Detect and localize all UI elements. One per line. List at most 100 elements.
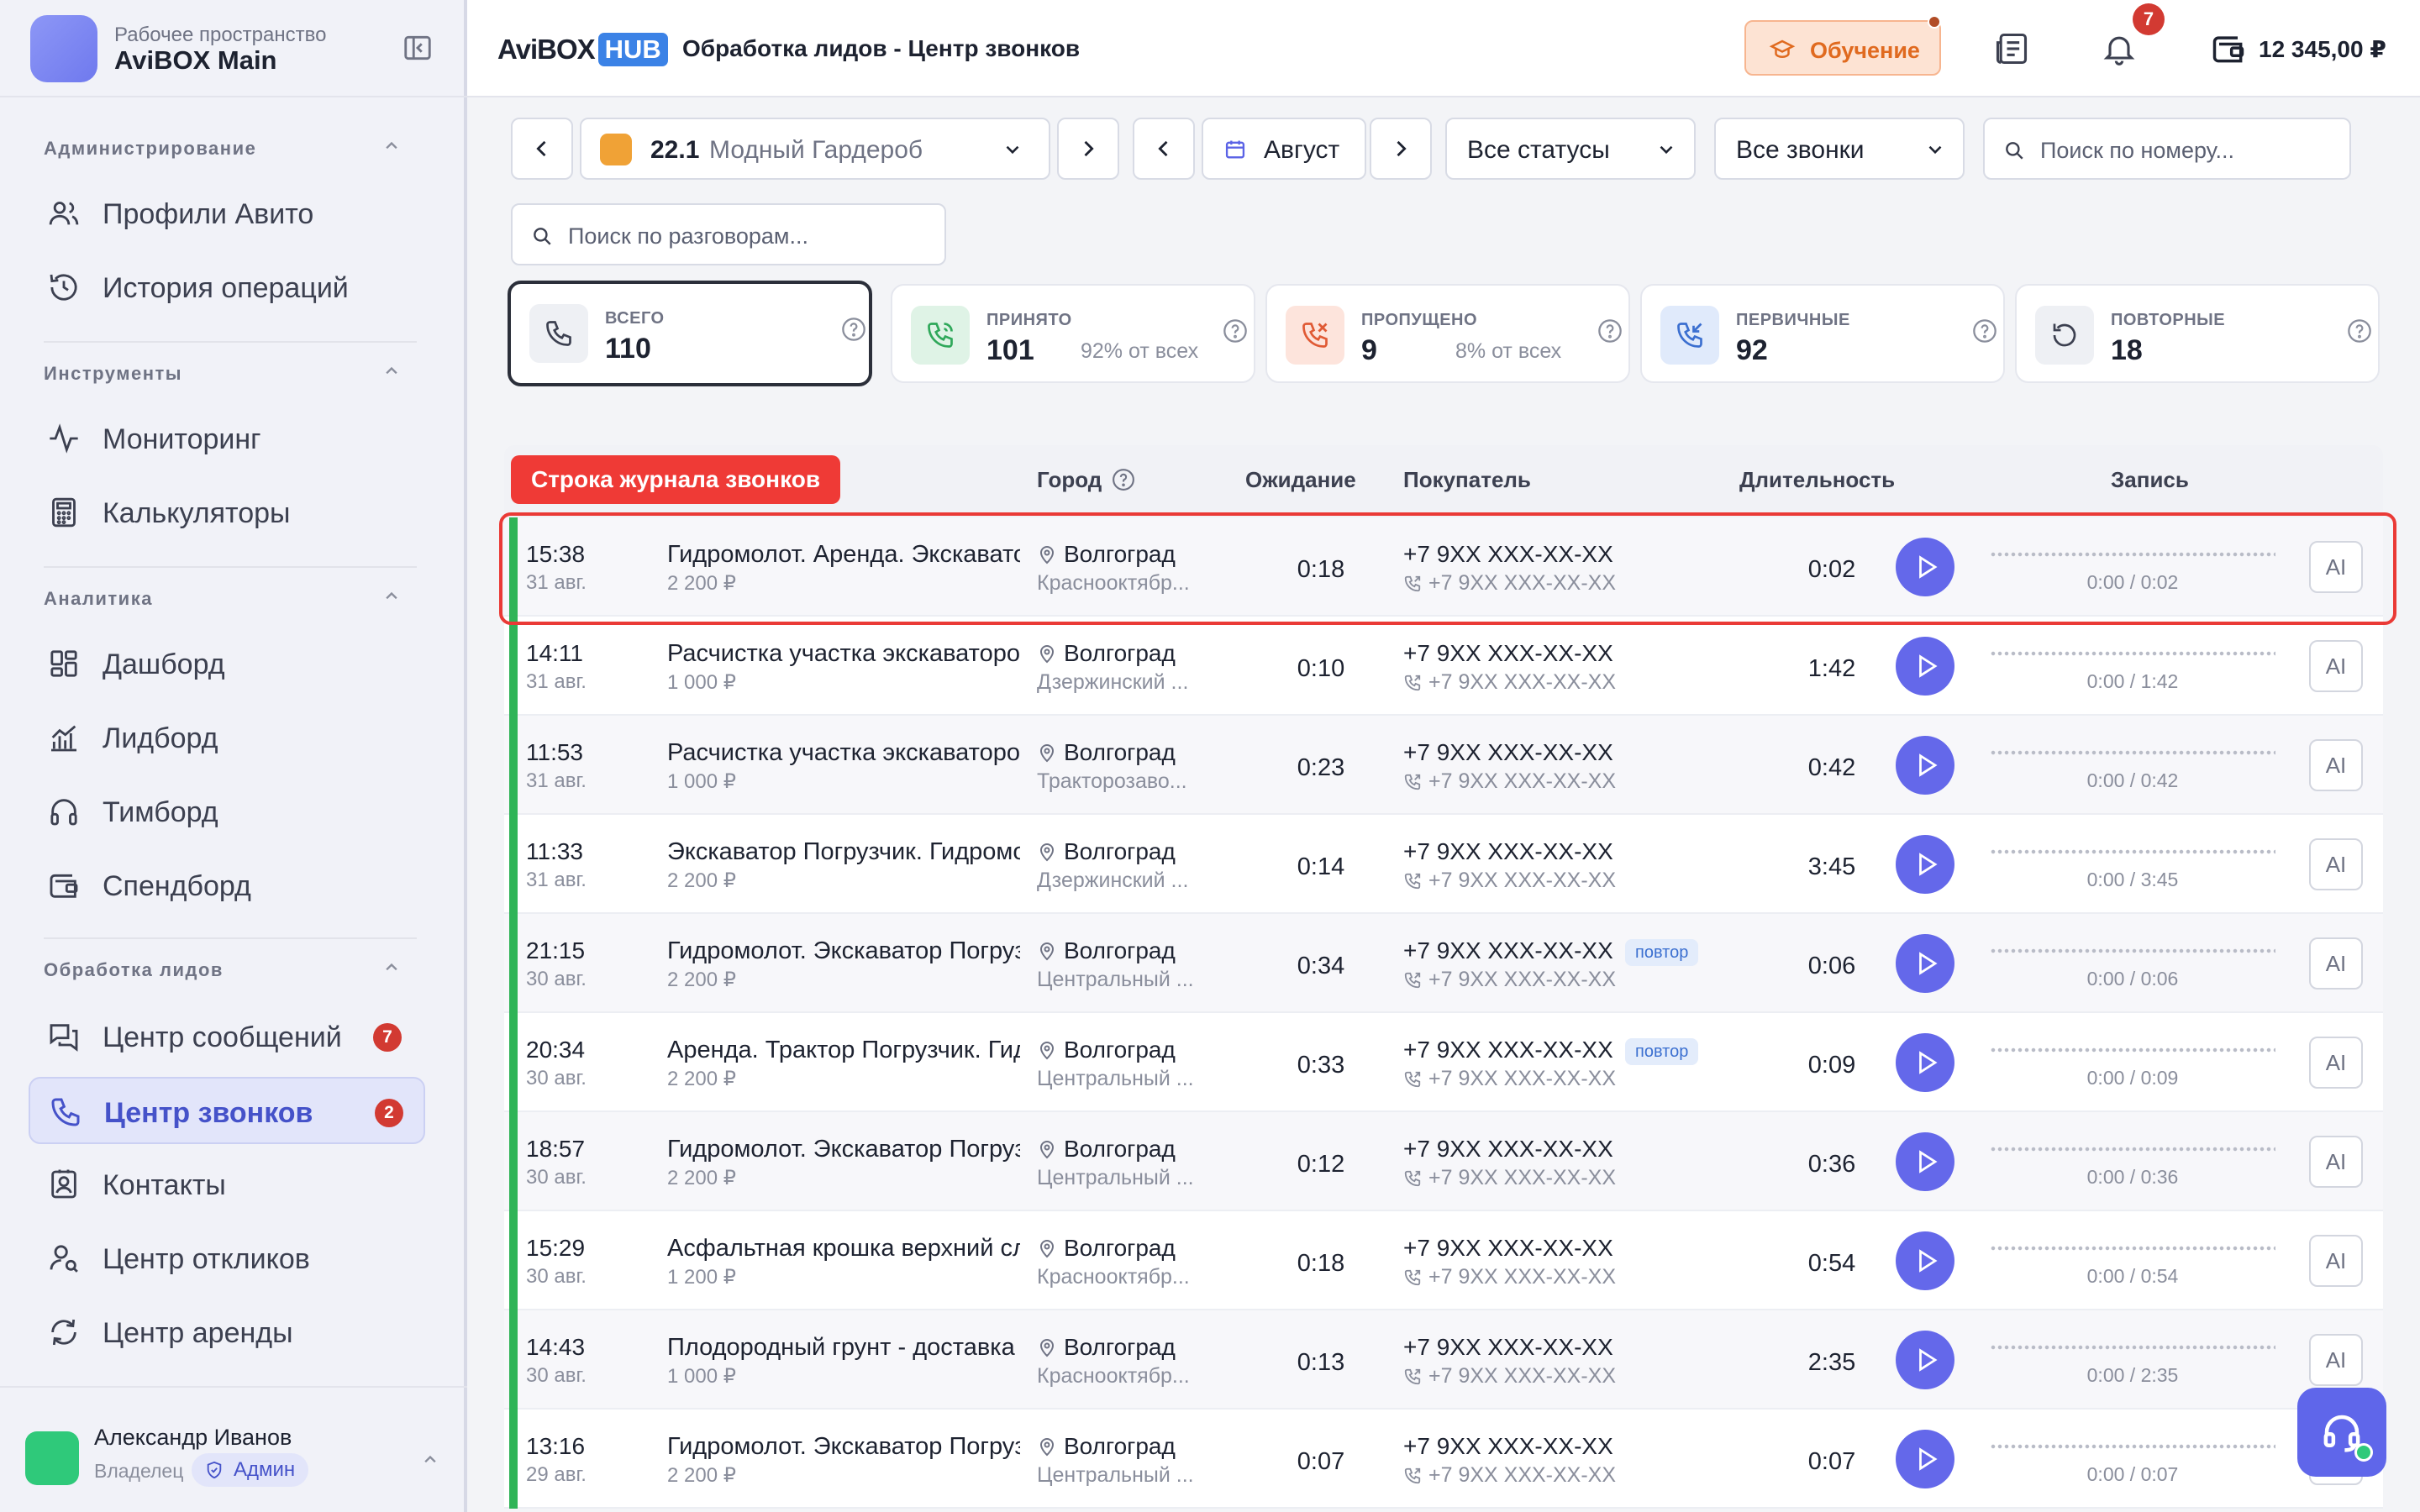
profile-select[interactable]: 22.1 Модный Гардероб — [580, 118, 1050, 180]
play-button[interactable] — [1896, 637, 1954, 696]
audio-waveform[interactable] — [1990, 650, 2275, 657]
search-talks-input[interactable]: Поиск по разговорам... — [511, 203, 946, 265]
ai-button[interactable]: AI — [2309, 739, 2363, 791]
audio-waveform[interactable] — [1990, 1146, 2275, 1152]
help-icon[interactable] — [1222, 318, 1249, 344]
help-icon[interactable] — [1971, 318, 1998, 344]
ad-title[interactable]: Расчистка участка экскаватором — [667, 739, 1020, 767]
ai-button[interactable]: AI — [2309, 838, 2363, 890]
search-number-input[interactable]: Поиск по номеру... — [1983, 118, 2351, 180]
buyer-phone[interactable]: +7 9XX XXX-XX-XX — [1403, 1334, 1613, 1361]
ai-button[interactable]: AI — [2309, 1136, 2363, 1188]
column-header-wait[interactable]: Ожидание — [1245, 467, 1356, 493]
sidebar-item-operations-history[interactable]: История операций — [29, 254, 425, 321]
buyer-phone[interactable]: +7 9XX XXX-XX-XX — [1403, 1235, 1613, 1262]
ad-title[interactable]: Аренда. Трактор Погрузчик. Гидромолот — [667, 1037, 1020, 1064]
sidebar-item-calculators[interactable]: Калькуляторы — [29, 479, 425, 546]
ai-button[interactable]: AI — [2309, 1334, 2363, 1386]
prev-month-button[interactable] — [1133, 118, 1195, 180]
sidebar-item-rent[interactable]: Центр аренды — [29, 1299, 425, 1366]
sidebar-item-calls[interactable]: Центр звонков 2 — [29, 1077, 425, 1144]
chevron-up-icon[interactable] — [380, 956, 403, 979]
support-button[interactable] — [2297, 1388, 2386, 1477]
ad-title[interactable]: Экскаватор Погрузчик. Гидромолот — [667, 838, 1020, 866]
ad-title[interactable]: Плодородный грунт - доставка — [667, 1334, 1020, 1362]
help-icon[interactable] — [840, 316, 867, 343]
buyer-phone[interactable]: +7 9XX XXX-XX-XX — [1403, 1037, 1613, 1063]
table-row[interactable]: 20:34 30 авг. Аренда. Трактор Погрузчик. Г… — [504, 1013, 2383, 1112]
ai-button[interactable]: AI — [2309, 1037, 2363, 1089]
ai-button[interactable]: AI — [2309, 1235, 2363, 1287]
sidebar-item-responses[interactable]: Центр откликов — [29, 1225, 425, 1292]
audio-waveform[interactable] — [1990, 1245, 2275, 1252]
table-row[interactable]: 14:43 30 авг. Плодородный грунт - доставка… — [504, 1310, 2383, 1410]
stat-card-primary[interactable]: ПЕРВИЧНЫЕ 92 — [1640, 284, 2005, 383]
chevron-up-icon[interactable] — [380, 134, 403, 158]
month-picker[interactable]: Август — [1202, 118, 1366, 180]
wallet-icon[interactable] — [2210, 30, 2247, 67]
play-button[interactable] — [1896, 1132, 1954, 1191]
calls-type-select[interactable]: Все звонки — [1714, 118, 1965, 180]
sidebar-item-teamboard[interactable]: Тимборд — [29, 778, 425, 845]
stat-card-accepted[interactable]: ПРИНЯТО 101 92% от всех — [891, 284, 1255, 383]
audio-waveform[interactable] — [1990, 1443, 2275, 1450]
audio-waveform[interactable] — [1990, 1344, 2275, 1351]
chevron-up-icon[interactable] — [380, 585, 403, 608]
play-button[interactable] — [1896, 835, 1954, 894]
balance-amount[interactable]: 12 345,00 ₽ — [2259, 35, 2386, 63]
stat-card-repeat[interactable]: ПОВТОРНЫЕ 18 — [2015, 284, 2380, 383]
play-button[interactable] — [1896, 1231, 1954, 1290]
sidebar-item-messages[interactable]: Центр сообщений 7 — [29, 1003, 425, 1070]
table-row[interactable]: 13:16 29 авг. Гидромолот. Экскаватор Погру… — [504, 1410, 2383, 1509]
next-profile-button[interactable] — [1057, 118, 1119, 180]
stat-card-total[interactable]: ВСЕГО 110 — [508, 281, 872, 386]
buyer-phone[interactable]: +7 9XX XXX-XX-XX — [1403, 739, 1613, 766]
sidebar-item-monitoring[interactable]: Мониторинг — [29, 405, 425, 472]
brand-logo[interactable]: AviBOX HUB — [497, 30, 668, 69]
ad-title[interactable]: Гидромолот. Экскаватор Погрузчик — [667, 1433, 1020, 1461]
ad-title[interactable]: Асфальтная крошка верхний слой — [667, 1235, 1020, 1263]
play-button[interactable] — [1896, 934, 1954, 993]
ad-title[interactable]: Гидромолот. Экскаватор Погрузчик — [667, 1136, 1020, 1163]
sidebar-item-leadboard[interactable]: Лидборд — [29, 704, 425, 771]
audio-waveform[interactable] — [1990, 848, 2275, 855]
play-button[interactable] — [1896, 1033, 1954, 1092]
table-row[interactable]: 18:57 30 авг. Гидромолот. Экскаватор Погру… — [504, 1112, 2383, 1211]
ad-title[interactable]: Гидромолот. Экскаватор Погрузчик — [667, 937, 1020, 965]
sidebar-item-dashboard[interactable]: Дашборд — [29, 630, 425, 697]
sidebar-item-contacts[interactable]: Контакты — [29, 1151, 425, 1218]
status-select[interactable]: Все статусы — [1445, 118, 1696, 180]
table-row[interactable]: 15:29 30 авг. Асфальтная крошка верхний сл… — [504, 1211, 2383, 1310]
buyer-phone[interactable]: +7 9XX XXX-XX-XX — [1403, 1433, 1613, 1460]
chevron-up-icon[interactable] — [418, 1448, 442, 1472]
buyer-phone[interactable]: +7 9XX XXX-XX-XX — [1403, 838, 1613, 865]
table-row[interactable]: 11:53 31 авг. Расчистка участка экскаватор… — [504, 716, 2383, 815]
play-button[interactable] — [1896, 1430, 1954, 1488]
workspace-header[interactable]: Рабочее пространство AviBOX Main — [0, 0, 467, 97]
audio-waveform[interactable] — [1990, 1047, 2275, 1053]
help-icon[interactable] — [1597, 318, 1623, 344]
sidebar-item-avito-profiles[interactable]: Профили Авито — [29, 180, 425, 247]
chevron-up-icon[interactable] — [380, 360, 403, 383]
ad-title[interactable]: Расчистка участка экскаватором — [667, 640, 1020, 668]
learning-button[interactable]: Обучение — [1744, 15, 1941, 76]
buyer-phone[interactable]: +7 9XX XXX-XX-XX — [1403, 640, 1613, 667]
audio-waveform[interactable] — [1990, 948, 2275, 954]
column-header-record[interactable]: Запись — [2111, 467, 2189, 493]
column-header-buyer[interactable]: Покупатель — [1403, 467, 1531, 493]
buyer-phone[interactable]: +7 9XX XXX-XX-XX — [1403, 937, 1613, 964]
user-panel[interactable]: Александр Иванов Владелец Админ — [0, 1386, 467, 1512]
sidebar-collapse-icon[interactable] — [402, 32, 434, 64]
column-header-city[interactable]: Город — [1037, 467, 1102, 493]
stat-card-missed[interactable]: ПРОПУЩЕНО 9 8% от всех — [1265, 284, 1630, 383]
sidebar-item-spendboard[interactable]: Спендборд — [29, 852, 425, 919]
help-icon[interactable] — [1111, 467, 1136, 492]
audio-waveform[interactable] — [1990, 749, 2275, 756]
table-row[interactable]: 11:33 31 авг. Экскаватор Погрузчик. Гидром… — [504, 815, 2383, 914]
play-button[interactable] — [1896, 1331, 1954, 1389]
ai-button[interactable]: AI — [2309, 937, 2363, 990]
ai-button[interactable]: AI — [2309, 640, 2363, 692]
table-row[interactable]: 21:15 30 авг. Гидромолот. Экскаватор Погру… — [504, 914, 2383, 1013]
buyer-phone[interactable]: +7 9XX XXX-XX-XX — [1403, 1136, 1613, 1163]
help-icon[interactable] — [2346, 318, 2373, 344]
